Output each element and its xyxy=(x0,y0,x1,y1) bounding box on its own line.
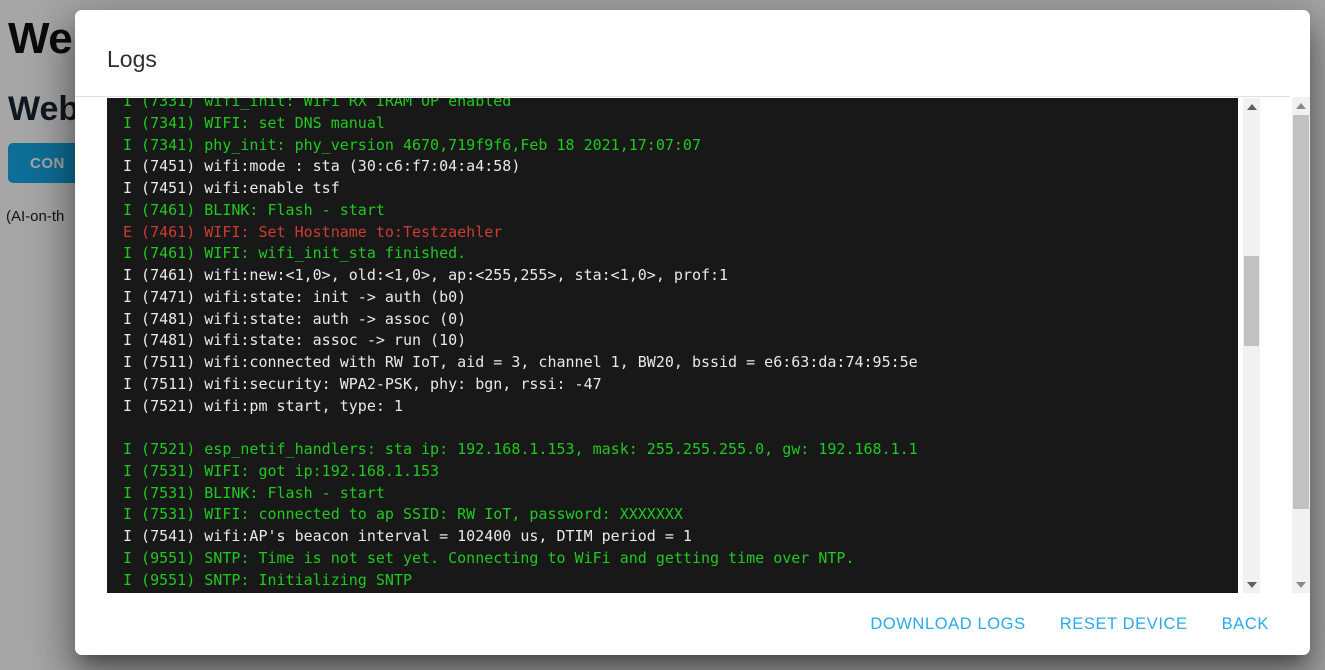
log-line: I (7511) wifi:security: WPA2-PSK, phy: b… xyxy=(123,374,1238,396)
download-logs-button[interactable]: DOWNLOAD LOGS xyxy=(870,615,1025,634)
log-line: I (7451) wifi:mode : sta (30:c6:f7:04:a4… xyxy=(123,156,1238,178)
dialog-footer: DOWNLOAD LOGS RESET DEVICE BACK xyxy=(75,593,1290,655)
log-line: I (7511) wifi:connected with RW IoT, aid… xyxy=(123,352,1238,374)
log-line: I (7531) BLINK: Flash - start xyxy=(123,483,1238,505)
log-line: I (7461) WIFI: wifi_init_sta finished. xyxy=(123,243,1238,265)
log-scroll-up-button[interactable] xyxy=(1243,98,1260,115)
log-line: I (7481) wifi:state: auth -> assoc (0) xyxy=(123,309,1238,331)
back-button[interactable]: BACK xyxy=(1222,615,1269,634)
arrow-up-icon xyxy=(1296,103,1306,109)
arrow-up-icon xyxy=(1247,104,1257,110)
log-line: I (9551) SNTP: Initializing SNTP xyxy=(123,570,1238,592)
dialog-title: Logs xyxy=(107,46,157,73)
log-line: I (7461) BLINK: Flash - start xyxy=(123,200,1238,222)
log-scroll-down-button[interactable] xyxy=(1243,576,1260,593)
log-line: I (7531) WIFI: connected to ap SSID: RW … xyxy=(123,504,1238,526)
log-line: I (7471) wifi:state: init -> auth (b0) xyxy=(123,287,1238,309)
screen: We Web CON (AI-on-th Logs I (7331) wifi_… xyxy=(0,0,1325,670)
log-line: I (7341) phy_init: phy_version 4670,719f… xyxy=(123,135,1238,157)
logs-dialog: Logs I (7331) wifi_init: WiFi RX IRAM OP… xyxy=(75,10,1310,655)
dialog-scrollbar[interactable] xyxy=(1292,97,1310,593)
arrow-down-icon xyxy=(1247,582,1257,588)
dialog-header: Logs xyxy=(75,10,1310,97)
reset-device-button[interactable]: RESET DEVICE xyxy=(1060,615,1188,634)
log-line xyxy=(123,417,1238,439)
log-line: I (7451) wifi:enable tsf xyxy=(123,178,1238,200)
dialog-scrollbar-thumb[interactable] xyxy=(1293,115,1309,509)
arrow-down-icon xyxy=(1296,582,1306,588)
log-line: I (9551) SNTP: Time is not set yet. Conn… xyxy=(123,548,1238,570)
log-line: E (7461) WIFI: Set Hostname to:Testzaehl… xyxy=(123,222,1238,244)
dialog-scroll-up-button[interactable] xyxy=(1292,97,1310,114)
log-line: I (7521) esp_netif_handlers: sta ip: 192… xyxy=(123,439,1238,461)
log-line: I (7331) wifi_init: WiFi RX IRAM OP enab… xyxy=(123,98,1238,113)
dialog-scroll-down-button[interactable] xyxy=(1292,576,1310,593)
log-line: I (7341) WIFI: set DNS manual xyxy=(123,113,1238,135)
log-line: I (7481) wifi:state: assoc -> run (10) xyxy=(123,330,1238,352)
log-scrollbar-thumb[interactable] xyxy=(1244,256,1259,346)
log-line: I (7461) wifi:new:<1,0>, old:<1,0>, ap:<… xyxy=(123,265,1238,287)
log-line: I (7541) wifi:AP's beacon interval = 102… xyxy=(123,526,1238,548)
log-terminal[interactable]: I (7331) wifi_init: WiFi RX IRAM OP enab… xyxy=(107,98,1238,593)
log-scrollbar[interactable] xyxy=(1243,98,1260,593)
dialog-body: I (7331) wifi_init: WiFi RX IRAM OP enab… xyxy=(75,97,1310,593)
log-output: I (7331) wifi_init: WiFi RX IRAM OP enab… xyxy=(107,98,1238,591)
log-line: I (7521) wifi:pm start, type: 1 xyxy=(123,396,1238,418)
log-line: I (7531) WIFI: got ip:192.168.1.153 xyxy=(123,461,1238,483)
